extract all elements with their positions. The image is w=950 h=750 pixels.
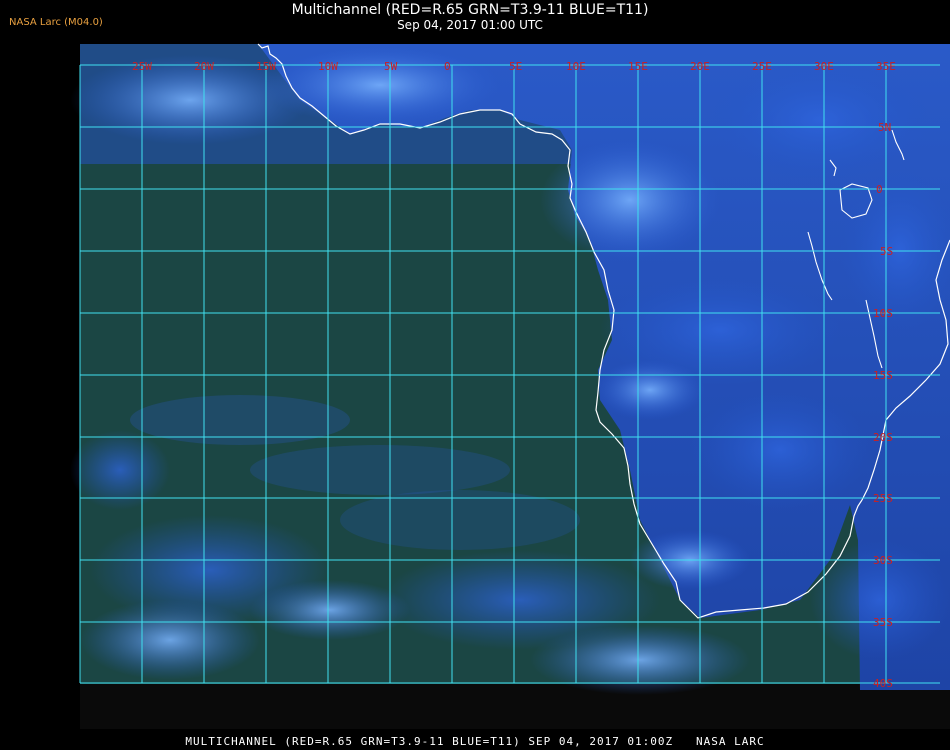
lon-label: 5W: [384, 60, 398, 73]
lat-label: 30S: [873, 554, 893, 567]
lat-label: 35S: [873, 616, 893, 629]
lon-label: 15E: [628, 60, 648, 73]
satellite-map[interactable]: 25W 20W 15W 10W 5W 0 5E 10E 15E 20E 25E …: [0, 0, 950, 750]
lat-label: 40S: [873, 677, 893, 690]
lon-label: 0: [444, 60, 451, 73]
image-footer: MULTICHANNEL (RED=R.65 GRN=T3.9-11 BLUE=…: [185, 735, 765, 748]
lon-label: 20E: [690, 60, 710, 73]
lon-label: 20W: [194, 60, 214, 73]
lon-label: 10W: [318, 60, 338, 73]
lat-label: 10S: [873, 307, 893, 320]
lon-label: 5E: [509, 60, 522, 73]
lon-label: 15W: [256, 60, 276, 73]
lat-label: 5S: [880, 245, 893, 258]
lon-label: 10E: [566, 60, 586, 73]
lat-label: 20S: [873, 431, 893, 444]
lon-label: 25E: [752, 60, 772, 73]
lon-label: 25W: [132, 60, 152, 73]
lon-label: 35E: [876, 60, 896, 73]
lat-label: 25S: [873, 492, 893, 505]
satellite-viewer: NASA Larc (M04.0) Multichannel (RED=R.65…: [0, 0, 950, 750]
lat-label: 5N: [878, 121, 891, 134]
lon-label: 30E: [814, 60, 834, 73]
lat-label: 15S: [873, 369, 893, 382]
lat-label: 0: [876, 183, 883, 196]
